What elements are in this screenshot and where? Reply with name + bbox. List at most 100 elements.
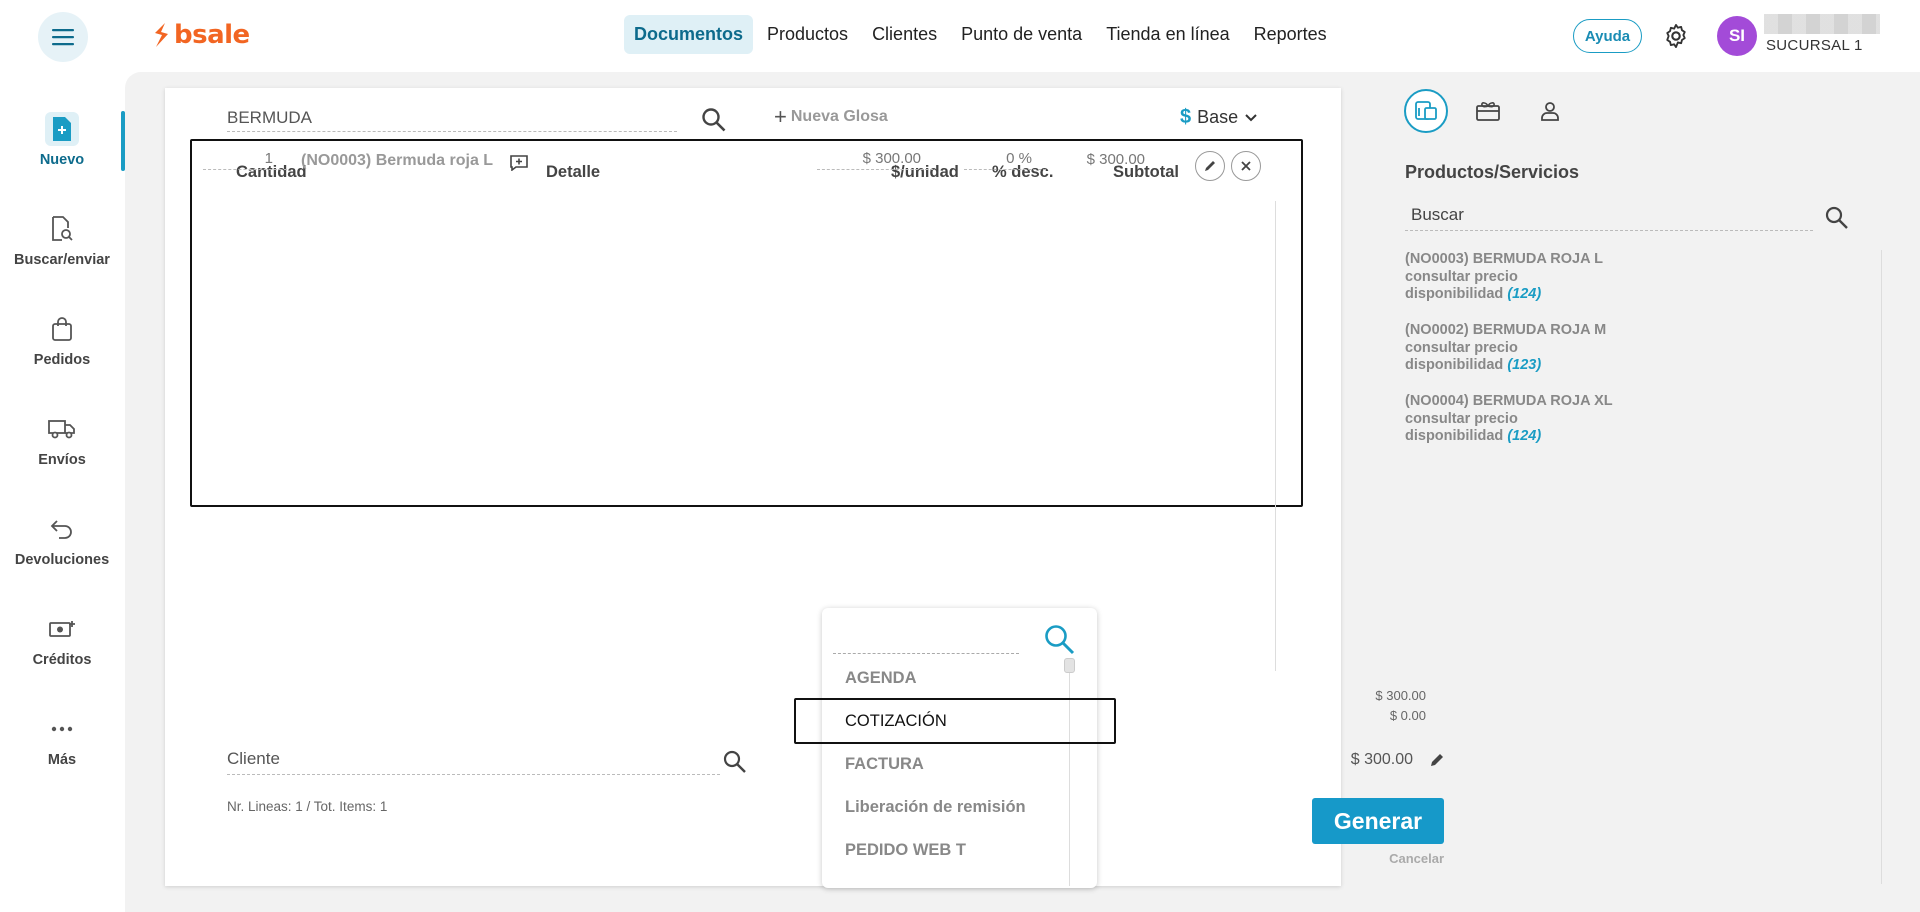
availability-count: (124) — [1507, 428, 1542, 444]
sidebar-item-label: Devoluciones — [14, 552, 110, 568]
product-price: consultar precio — [1405, 410, 1518, 427]
net-total: $ 300.00 — [1375, 688, 1426, 703]
tab-client[interactable] — [1528, 89, 1572, 133]
availability-label: disponibilidad — [1405, 286, 1504, 302]
products-scrollbar[interactable] — [1881, 250, 1882, 884]
nav-tienda-en-linea[interactable]: Tienda en línea — [1096, 15, 1239, 54]
sidebar-item-label: Nuevo — [39, 152, 85, 168]
product-search-input[interactable]: BERMUDA — [227, 106, 677, 132]
grand-total: $ 300.00 — [1350, 751, 1413, 768]
list-item[interactable]: (NO0004) BERMUDA ROJA XL consultar preci… — [1405, 393, 1613, 446]
search-icon[interactable] — [700, 106, 728, 134]
product-price: consultar precio — [1405, 268, 1518, 285]
sidebar-item-label: Más — [47, 752, 77, 768]
line-subtotal: $ 300.00 — [1086, 151, 1145, 168]
edit-line-button[interactable] — [1195, 151, 1225, 181]
unit-price-input[interactable]: $ 300.00 — [817, 150, 933, 170]
sidebar-item-devoluciones[interactable]: Devoluciones — [0, 512, 124, 596]
sidebar: Nuevo Buscar/enviar Pedidos Envíos Devol… — [0, 72, 124, 912]
list-item[interactable]: (NO0002) BERMUDA ROJA M consultar precio… — [1405, 322, 1606, 375]
document-type-search-input[interactable] — [833, 630, 1019, 654]
price-list-select[interactable]: $ Base — [1180, 106, 1258, 129]
client-input[interactable]: Cliente — [227, 749, 720, 775]
price-list-label: Base — [1197, 107, 1239, 127]
generate-button[interactable]: Generar — [1312, 798, 1444, 844]
gift-card-icon — [1476, 102, 1500, 121]
plus-icon: + — [774, 104, 787, 129]
sidebar-item-label: Pedidos — [33, 352, 91, 368]
pos-device-icon — [1415, 101, 1437, 120]
bsale-logo-icon — [155, 23, 168, 47]
close-icon — [1241, 161, 1251, 171]
main-nav: Documentos Productos Clientes Punto de v… — [624, 15, 1337, 54]
pencil-icon — [1205, 161, 1215, 171]
option-liberacion-de-remision[interactable]: Liberación de remisión — [845, 798, 1026, 817]
document-type-dropdown: AGENDA COTIZACIÓN FACTURA Liberación de … — [822, 608, 1097, 888]
sidebar-item-buscar-enviar[interactable]: Buscar/enviar — [0, 212, 124, 296]
option-agenda[interactable]: AGENDA — [845, 669, 917, 688]
list-item[interactable]: (NO0003) BERMUDA ROJA L consultar precio… — [1405, 251, 1603, 304]
tab-products[interactable] — [1404, 89, 1448, 133]
divider — [1275, 201, 1276, 671]
document-lines-table: Cantidad Detalle $/unidad % desc. Subtot… — [190, 139, 1303, 507]
hamburger-menu-button[interactable] — [38, 12, 88, 62]
availability-count: (123) — [1507, 357, 1542, 373]
column-header-detail: Detalle — [546, 163, 601, 181]
more-dots-icon — [45, 712, 79, 746]
sidebar-item-envios[interactable]: Envíos — [0, 412, 124, 496]
quantity-input[interactable]: 1 — [203, 150, 287, 170]
discount-input[interactable]: 0 % — [964, 150, 1046, 170]
lines-info: Nr. Lineas: 1 / Tot. Items: 1 — [227, 799, 388, 814]
option-factura[interactable]: FACTURA — [845, 755, 924, 774]
search-icon[interactable] — [1824, 205, 1850, 231]
price-list-symbol: $ — [1180, 106, 1192, 128]
line-detail: (NO0003) Bermuda roja L — [301, 152, 494, 169]
search-document-icon — [45, 212, 79, 246]
help-button[interactable]: Ayuda — [1573, 19, 1642, 53]
remove-line-button[interactable] — [1231, 151, 1261, 181]
new-glosa-label: Nueva Glosa — [790, 108, 888, 125]
tax-total: $ 0.00 — [1389, 708, 1426, 723]
nav-punto-de-venta[interactable]: Punto de venta — [951, 15, 1092, 54]
new-glosa-button[interactable]: + Nueva Glosa — [774, 104, 888, 129]
bsale-logo[interactable]: bsale — [152, 20, 250, 50]
products-search-input[interactable]: Buscar — [1405, 205, 1813, 231]
product-price: consultar precio — [1405, 339, 1518, 356]
sidebar-item-mas[interactable]: Más — [0, 712, 124, 796]
logo-text: bsale — [174, 20, 250, 50]
nav-productos[interactable]: Productos — [757, 15, 858, 54]
option-pedido-web-t[interactable]: PEDIDO WEB T — [845, 841, 966, 860]
availability-label: disponibilidad — [1405, 357, 1504, 373]
new-document-icon — [45, 112, 79, 146]
user-icon — [1541, 102, 1559, 121]
gear-icon[interactable] — [1662, 22, 1690, 50]
availability-count: (124) — [1507, 286, 1542, 302]
sidebar-item-pedidos[interactable]: Pedidos — [0, 312, 124, 396]
nav-clientes[interactable]: Clientes — [862, 15, 947, 54]
hamburger-icon — [52, 29, 74, 46]
products-panel-title: Productos/Servicios — [1405, 162, 1580, 182]
product-name: (NO0002) BERMUDA ROJA M — [1405, 322, 1607, 338]
add-comment-icon[interactable] — [510, 155, 528, 171]
search-icon[interactable] — [722, 749, 748, 775]
nav-reportes[interactable]: Reportes — [1244, 15, 1337, 54]
sidebar-item-nuevo[interactable]: Nuevo — [0, 112, 124, 196]
sidebar-item-label: Buscar/enviar — [14, 252, 110, 268]
selected-option-highlight — [794, 698, 1116, 744]
search-icon[interactable] — [1042, 622, 1076, 656]
document-panel: BERMUDA + Nueva Glosa $ Base Cantidad De… — [165, 88, 1444, 888]
money-icon — [45, 612, 79, 646]
truck-icon — [45, 412, 79, 446]
branch-label[interactable]: SUCURSAL 1 — [1766, 37, 1863, 54]
user-avatar[interactable]: SI — [1717, 16, 1757, 56]
pencil-icon[interactable] — [1429, 752, 1445, 768]
top-bar: bsale Documentos Productos Clientes Punt… — [0, 0, 1920, 72]
sidebar-item-creditos[interactable]: Créditos — [0, 612, 124, 696]
return-arrow-icon — [45, 512, 79, 546]
sidebar-item-label: Créditos — [32, 652, 92, 668]
cancel-button[interactable]: Cancelar — [1345, 851, 1444, 866]
tab-gift-cards[interactable] — [1466, 89, 1510, 133]
sidebar-item-label: Envíos — [38, 452, 86, 468]
nav-documentos[interactable]: Documentos — [624, 15, 754, 54]
dropdown-scroll-thumb[interactable] — [1064, 658, 1075, 673]
